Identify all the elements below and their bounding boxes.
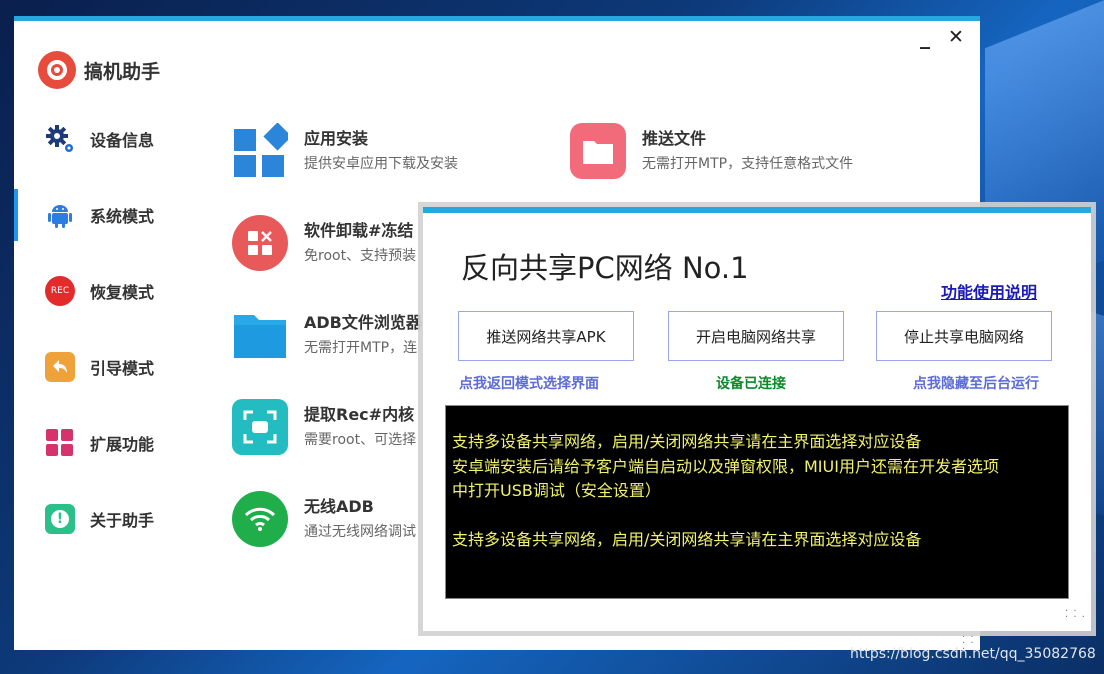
sidebar-item-extensions[interactable]: 扩展功能 [14, 415, 204, 471]
brand: 搞机助手 [38, 51, 160, 89]
sidebar-item-device-info[interactable]: 设备信息 [14, 111, 204, 167]
feature-desc: 需要root、可选择 [304, 432, 417, 448]
app-install-icon [232, 122, 292, 179]
sidebar-item-boot-mode[interactable]: 引导模式 [14, 339, 204, 395]
feature-app-install[interactable]: 应用安装 提供安卓应用下载及安装 [232, 122, 552, 187]
feature-title: 应用安装 [304, 129, 369, 148]
app-title: 搞机助手 [84, 60, 161, 83]
console-line: 支持多设备共享网络，启用/关闭网络共享请在主界面选择对应设备 [452, 432, 922, 451]
rec-icon: REC [44, 275, 76, 307]
connection-status: 设备已连接 [716, 376, 786, 392]
console-line: 中打开USB调试（安全设置） [452, 481, 661, 500]
feature-title: ADB文件浏览器 [304, 313, 422, 332]
info-icon: ! [44, 503, 76, 535]
sidebar-item-label: 关于助手 [90, 511, 155, 530]
help-link[interactable]: 功能使用说明 [941, 279, 1037, 303]
feature-desc: 无需打开MTP，支持任意格式文件 [642, 156, 854, 172]
feature-uninstall[interactable]: 软件卸载#冻结 免root、支持预装 [232, 215, 432, 279]
folder-icon [570, 123, 626, 179]
grid-icon [44, 427, 76, 459]
console-output: 支持多设备共享网络，启用/关闭网络共享请在主界面选择对应设备 安卓端安装后请给予… [445, 405, 1069, 599]
feature-title: 无线ADB [304, 497, 374, 516]
file-browser-icon [232, 307, 288, 363]
gear-icon [44, 123, 76, 155]
push-apk-button[interactable]: 推送网络共享APK [458, 311, 634, 361]
wifi-icon [232, 491, 288, 547]
feature-desc: 无需打开MTP，连 [304, 340, 418, 356]
feature-desc: 通过无线网络调试 [304, 524, 416, 540]
dialog-title: 反向共享PC网络 No.1 [461, 251, 749, 285]
feature-desc: 提供安卓应用下载及安装 [304, 156, 458, 172]
sidebar-item-label: 扩展功能 [90, 435, 155, 454]
feature-title: 提取Rec#内核 [304, 405, 415, 424]
hide-to-background-link[interactable]: 点我隐藏至后台运行 [913, 373, 1039, 393]
feature-title: 推送文件 [642, 129, 707, 148]
app-logo-icon [38, 51, 76, 89]
feature-extract-rec[interactable]: 提取Rec#内核 需要root、可选择 [232, 399, 432, 463]
sidebar-item-about[interactable]: ! 关于助手 [14, 491, 204, 547]
resize-grip-icon[interactable]: · · · · · [1065, 607, 1086, 623]
uninstall-icon [232, 215, 288, 271]
feature-push-file[interactable]: 推送文件 无需打开MTP，支持任意格式文件 [570, 123, 950, 187]
scan-icon [232, 399, 288, 455]
rec-badge: REC [45, 276, 75, 306]
feature-adb-file-browser[interactable]: ADB文件浏览器 无需打开MTP，连 [232, 307, 432, 371]
console-line: 安卓端安装后请给予客户端自启动以及弹窗权限，MIUI用户还需在开发者选项 [452, 456, 999, 476]
feature-wireless-adb[interactable]: 无线ADB 通过无线网络调试 [232, 491, 432, 555]
back-to-mode-link[interactable]: 点我返回模式选择界面 [459, 373, 599, 393]
enable-share-button[interactable]: 开启电脑网络共享 [668, 311, 844, 361]
watermark: https://blog.csdn.net/qq_35082768 [850, 646, 1096, 662]
sidebar-item-system-mode[interactable]: 系统模式 [14, 187, 204, 243]
network-share-dialog: 反向共享PC网络 No.1 功能使用说明 推送网络共享APK 开启电脑网络共享 … [423, 207, 1091, 631]
feature-title: 软件卸载#冻结 [304, 221, 414, 240]
back-arrow-icon [44, 351, 76, 383]
console-line: 支持多设备共享网络，启用/关闭网络共享请在主界面选择对应设备 [452, 530, 922, 549]
android-icon [44, 199, 76, 231]
stop-share-button[interactable]: 停止共享电脑网络 [876, 311, 1052, 361]
sidebar-item-label: 引导模式 [90, 359, 155, 378]
sidebar-item-recovery-mode[interactable]: REC 恢复模式 [14, 263, 204, 319]
minimize-button[interactable]: _ [920, 27, 930, 47]
sidebar-item-label: 恢复模式 [90, 283, 155, 302]
sidebar-item-label: 设备信息 [90, 131, 155, 150]
sidebar-item-label: 系统模式 [90, 207, 155, 226]
close-button[interactable]: ✕ [948, 27, 964, 47]
feature-desc: 免root、支持预装 [304, 248, 417, 264]
